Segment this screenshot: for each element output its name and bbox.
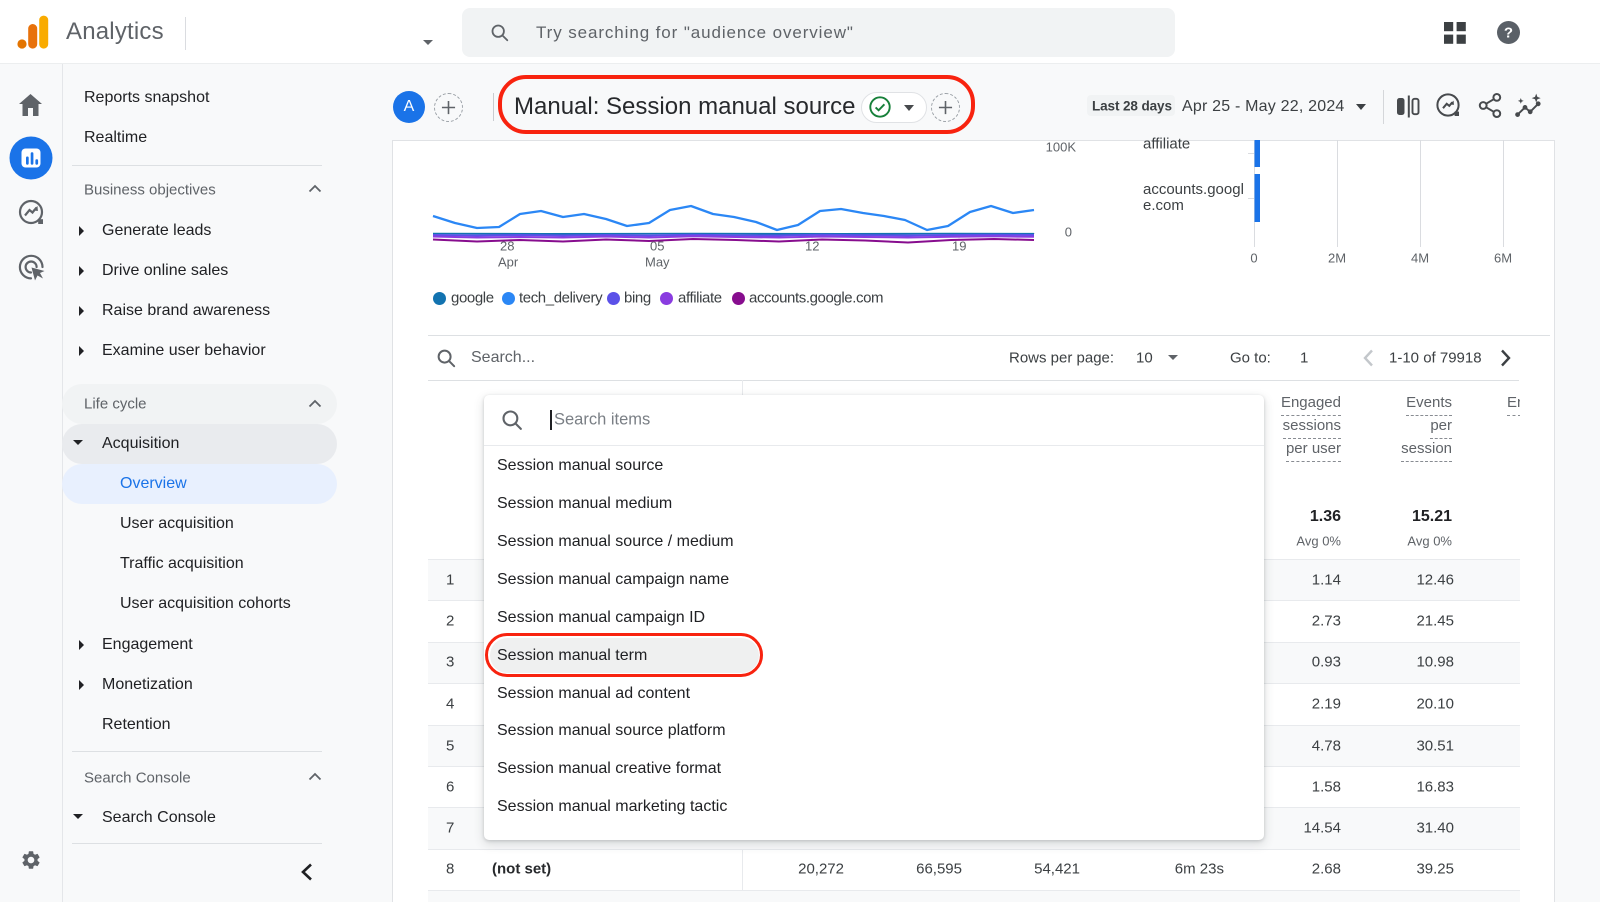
svg-text:?: ?	[1504, 25, 1513, 42]
